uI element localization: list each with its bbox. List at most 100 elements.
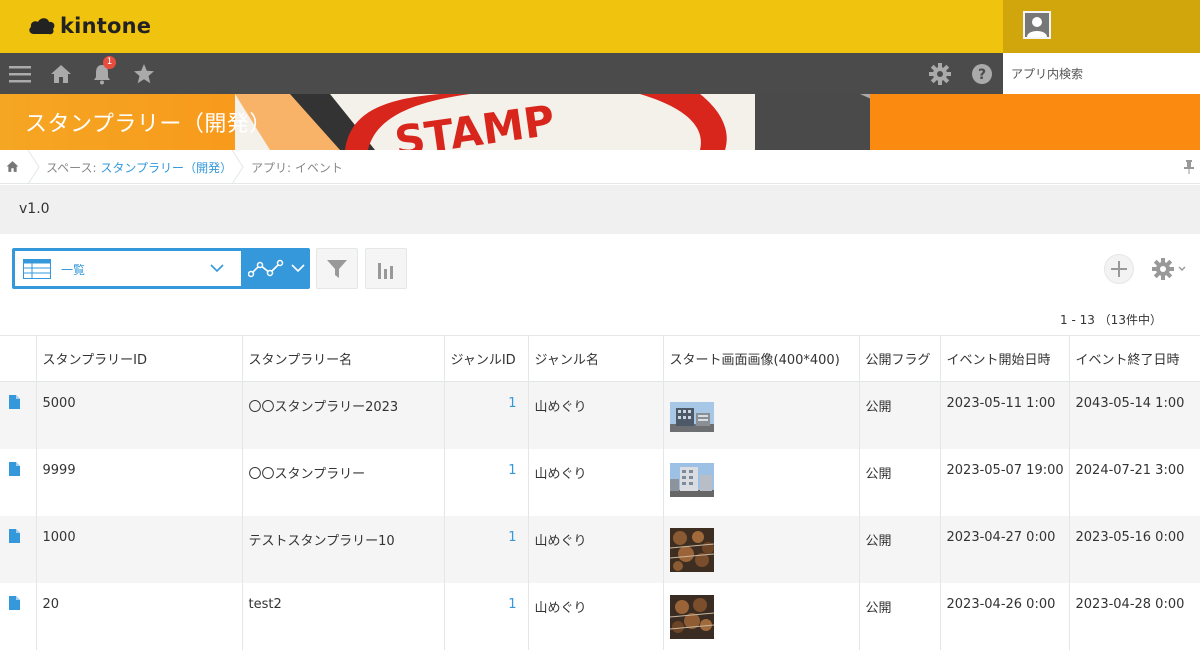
kintone-logo[interactable]: kintone [28, 12, 151, 40]
breadcrumb-separator [231, 150, 244, 184]
table-view-icon [23, 259, 51, 279]
add-record-button[interactable] [1104, 254, 1134, 284]
notification-badge: 1 [103, 56, 116, 69]
view-name: 一覧 [61, 263, 86, 277]
cell-genre-name: 山めぐり [528, 381, 664, 449]
cell-stamp-name: テストスタンプラリー10 [242, 515, 445, 583]
column-header[interactable]: ジャンル名 [528, 335, 664, 382]
column-header[interactable]: イベント開始日時 [940, 335, 1070, 382]
building-photo-thumbnail[interactable] [669, 462, 714, 497]
table-row[interactable]: 20 test2 1 山めぐり 公開 2023-04-26 0:00 2023-… [0, 582, 1200, 650]
chevron-down-icon [291, 264, 305, 273]
cell-start-image[interactable] [663, 582, 860, 650]
top-bar: kintone [0, 0, 1200, 53]
cell-end-datetime: 2043-05-14 1:00 [1069, 381, 1200, 449]
document-icon [9, 528, 20, 543]
user-avatar-icon[interactable] [1023, 11, 1051, 39]
record-detail-link[interactable] [0, 582, 37, 650]
cell-stamp-id: 1000 [36, 515, 243, 583]
cell-end-datetime: 2024-07-21 3:00 [1069, 448, 1200, 516]
user-menu[interactable] [1003, 0, 1200, 53]
column-header[interactable]: スタンプラリー名 [242, 335, 445, 382]
favorites-star-icon[interactable] [132, 62, 156, 86]
cell-genre-name: 山めぐり [528, 448, 664, 516]
plus-icon [1111, 261, 1127, 277]
record-list-table: スタンプラリーID スタンプラリー名 ジャンルID ジャンル名 スタート画面画像… [0, 335, 1200, 650]
space-title: スタンプラリー（開発） [25, 112, 272, 137]
breadcrumb-app: アプリ: イベント [251, 161, 343, 175]
cell-stamp-name: 〇〇スタンプラリー [242, 448, 445, 516]
cell-genre-id[interactable]: 1 [444, 582, 529, 650]
cloud-icon [29, 18, 55, 35]
cell-start-datetime: 2023-05-07 19:00 [940, 448, 1070, 516]
filter-funnel-icon [327, 259, 347, 278]
cell-start-datetime: 2023-04-27 0:00 [940, 515, 1070, 583]
document-icon [9, 595, 20, 610]
logo-text: kintone [60, 14, 152, 38]
breadcrumb-space-link[interactable]: スタンプラリー（開発） [100, 161, 232, 175]
column-header[interactable]: 公開フラグ [859, 335, 941, 382]
cell-stamp-id: 9999 [36, 448, 243, 516]
cell-start-datetime: 2023-05-11 1:00 [940, 381, 1070, 449]
version-text: v1.0 [19, 201, 50, 217]
app-search-input[interactable] [1003, 53, 1200, 94]
food-photo-thumbnail[interactable] [669, 594, 714, 639]
cell-genre-id[interactable]: 1 [444, 381, 529, 449]
cell-genre-name: 山めぐり [528, 582, 664, 650]
view-selector[interactable]: 一覧 [12, 248, 310, 289]
column-header[interactable]: イベント終了日時 [1069, 335, 1200, 382]
app-settings-button[interactable] [1152, 254, 1192, 284]
cell-genre-id[interactable]: 1 [444, 448, 529, 516]
breadcrumb-space[interactable]: スペース: スタンプラリー（開発） [46, 159, 232, 176]
home-icon[interactable] [6, 160, 19, 176]
breadcrumb: スペース: スタンプラリー（開発） アプリ: イベント [0, 150, 1200, 184]
cell-public-flag: 公開 [859, 582, 941, 650]
home-icon[interactable] [49, 62, 73, 86]
cell-public-flag: 公開 [859, 381, 941, 449]
column-header[interactable]: ジャンルID [444, 335, 529, 382]
cell-start-image[interactable] [663, 381, 860, 449]
cell-public-flag: 公開 [859, 448, 941, 516]
cell-public-flag: 公開 [859, 515, 941, 583]
filter-button[interactable] [316, 248, 358, 289]
view-dropdown[interactable]: 一覧 [15, 251, 241, 286]
record-detail-link[interactable] [0, 448, 37, 516]
graph-line-icon [248, 259, 284, 278]
record-detail-link[interactable] [0, 381, 37, 449]
cell-genre-id[interactable]: 1 [444, 515, 529, 583]
cell-stamp-id: 20 [36, 582, 243, 650]
app-description-bar: v1.0 [0, 185, 1200, 234]
cell-end-datetime: 2023-04-28 0:00 [1069, 582, 1200, 650]
help-icon[interactable]: ? [970, 62, 994, 86]
cell-end-datetime: 2023-05-16 0:00 [1069, 515, 1200, 583]
document-icon [9, 461, 20, 476]
column-header[interactable]: スタート画面画像(400*400) [663, 335, 860, 382]
table-header-row: スタンプラリーID スタンプラリー名 ジャンルID ジャンル名 スタート画面画像… [0, 335, 1200, 382]
cell-stamp-id: 5000 [36, 381, 243, 449]
graph-button[interactable] [365, 248, 407, 289]
document-icon [9, 395, 20, 409]
table-row[interactable]: 9999 〇〇スタンプラリー 1 山めぐり 公開 2023-05-07 19:0… [0, 448, 1200, 516]
column-header[interactable]: スタンプラリーID [36, 335, 243, 382]
settings-gear-icon[interactable] [928, 62, 952, 86]
cell-genre-name: 山めぐり [528, 515, 664, 583]
menu-icon[interactable] [8, 62, 32, 86]
food-photo-thumbnail[interactable] [669, 527, 714, 572]
cell-start-datetime: 2023-04-26 0:00 [940, 582, 1070, 650]
cell-start-image[interactable] [663, 515, 860, 583]
pagination-info: 1 - 13 （13件中） [1060, 313, 1162, 327]
breadcrumb-separator [27, 150, 40, 184]
cell-start-image[interactable] [663, 448, 860, 516]
chevron-down-icon [1178, 266, 1186, 271]
header-icon-column [0, 335, 37, 382]
cell-stamp-name: 〇〇スタンプラリー2023 [242, 381, 445, 449]
table-row[interactable]: 5000 〇〇スタンプラリー2023 1 山めぐり 公開 2023-05-11 … [0, 381, 1200, 449]
graph-view-button[interactable] [242, 248, 310, 289]
breadcrumb-space-prefix: スペース: [46, 161, 101, 175]
space-header-banner: STAMP スタンプラリー（開発） [0, 94, 1200, 150]
table-row[interactable]: 1000 テストスタンプラリー10 1 山めぐり 公開 2023-04-27 0… [0, 515, 1200, 583]
building-photo-thumbnail[interactable] [669, 402, 714, 432]
gear-icon [1152, 258, 1174, 280]
pin-icon[interactable] [1184, 160, 1194, 177]
record-detail-link[interactable] [0, 515, 37, 583]
